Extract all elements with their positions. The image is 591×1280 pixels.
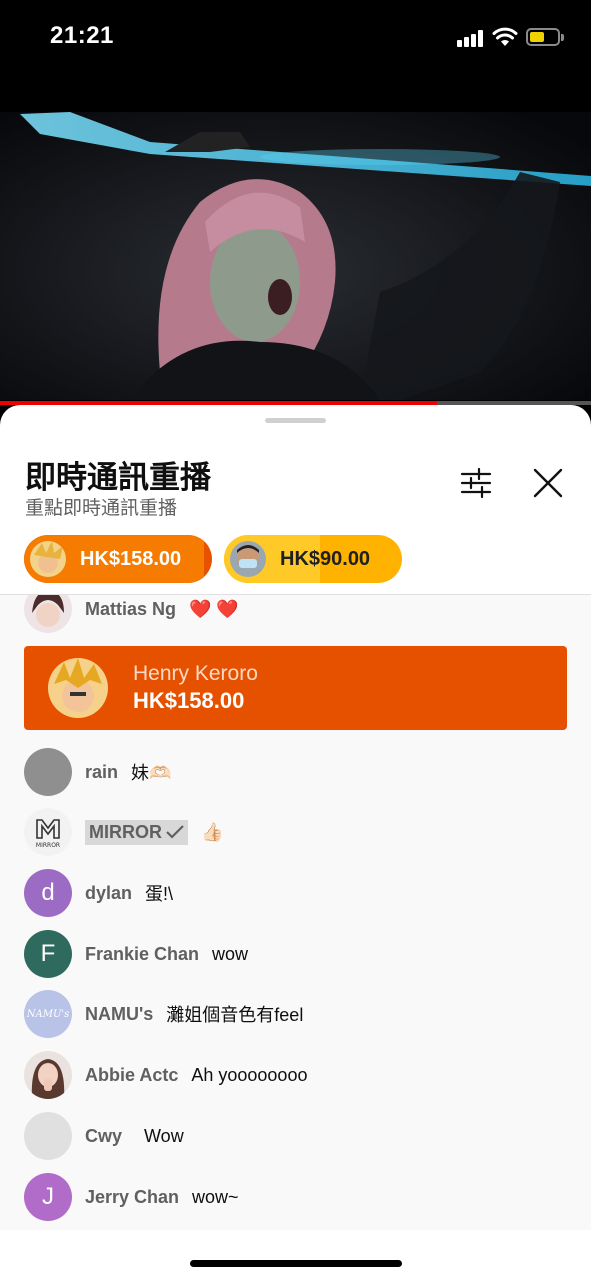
- message-author: rain: [85, 761, 119, 782]
- message-author: Cwy: [85, 1125, 123, 1146]
- panel-title: 即時通訊重播: [25, 460, 211, 495]
- message-author: Jerry Chan: [85, 1186, 180, 1207]
- avatar: [24, 1112, 72, 1160]
- status-bar: 21:21: [0, 0, 591, 78]
- chat-message[interactable]: Cwy Wow: [24, 1112, 574, 1160]
- avatar: [24, 1051, 72, 1099]
- video-frame: [0, 112, 591, 400]
- ticker-amount: HK$158.00: [80, 547, 182, 570]
- wifi-icon: [492, 27, 518, 46]
- avatar: [30, 541, 66, 577]
- message-text: Wow: [144, 1125, 184, 1146]
- message-text: wow~: [192, 1186, 239, 1207]
- chat-message[interactable]: NAMU's NAMU's 灘姐個音色有feel: [24, 990, 574, 1038]
- super-chat-amount: HK$158.00: [133, 688, 245, 713]
- avatar: [230, 541, 266, 577]
- avatar: NAMU's: [24, 990, 72, 1038]
- avatar: d: [24, 869, 72, 917]
- ticker-amount: HK$90.00: [280, 547, 371, 570]
- avatar: MIRROR: [24, 808, 72, 856]
- tune-icon[interactable]: [458, 465, 494, 501]
- message-author: Frankie Chan: [85, 943, 200, 964]
- avatar: J: [24, 1173, 72, 1221]
- chat-message-list[interactable]: Mattias Ng ❤️ ❤️ Henry Keroro HK$158.00 …: [0, 595, 591, 1230]
- avatar: [48, 658, 108, 718]
- message-text: Ah yoooooooo: [191, 1064, 308, 1085]
- ticker-chip[interactable]: HK$158.00: [24, 535, 212, 583]
- chat-message[interactable]: F Frankie Chan wow: [24, 930, 574, 978]
- message-author: NAMU's: [85, 1003, 154, 1024]
- mirror-logo-text: MIRROR: [36, 842, 60, 849]
- message-text: 妹🫶🏻: [131, 763, 172, 783]
- message-text: 蛋!\: [145, 884, 174, 904]
- message-author: MIRROR: [89, 821, 162, 842]
- clock: 21:21: [50, 22, 114, 49]
- message-author: Mattias Ng: [85, 598, 177, 619]
- message-author: Abbie Actc: [85, 1064, 179, 1085]
- chat-message[interactable]: d dylan 蛋!\: [24, 869, 574, 917]
- avatar: [24, 595, 72, 633]
- message-text: ❤️ ❤️: [189, 598, 239, 619]
- close-icon[interactable]: [530, 465, 566, 501]
- chat-message[interactable]: MIRROR MIRROR 👍🏻: [24, 808, 574, 856]
- avatar: F: [24, 930, 72, 978]
- message-author: dylan: [85, 882, 133, 903]
- battery-icon: [526, 28, 564, 46]
- super-chat-card[interactable]: Henry Keroro HK$158.00: [24, 646, 567, 730]
- video-player[interactable]: [0, 112, 591, 400]
- avatar: [24, 748, 72, 796]
- verified-badge: MIRROR: [85, 819, 188, 845]
- drag-handle[interactable]: [265, 418, 326, 423]
- chat-message[interactable]: rain 妹🫶🏻: [24, 748, 574, 796]
- chat-message[interactable]: Abbie Actc Ah yoooooooo: [24, 1051, 574, 1099]
- avatar-text: NAMU's: [26, 1008, 70, 1020]
- message-text: 👍🏻: [201, 821, 224, 842]
- panel-subtitle[interactable]: 重點即時通訊重播: [25, 493, 177, 520]
- super-chat-author: Henry Keroro: [133, 662, 258, 685]
- super-chat-ticker: HK$158.00 HK$90.00: [24, 535, 584, 583]
- live-chat-replay-panel: 即時通訊重播 重點即時通訊重播 HK$158.00 HK$90.00 Matti…: [0, 405, 591, 1280]
- cellular-signal-icon: [457, 29, 483, 47]
- chat-message[interactable]: Mattias Ng ❤️ ❤️: [24, 595, 574, 633]
- message-text: wow: [212, 943, 249, 964]
- message-text: 灘姐個音色有feel: [166, 1005, 304, 1025]
- mirror-logo-icon: MIRROR: [36, 819, 60, 849]
- chat-message[interactable]: J Jerry Chan wow~: [24, 1173, 574, 1221]
- ticker-chip[interactable]: HK$90.00: [224, 535, 402, 583]
- home-indicator[interactable]: [190, 1260, 402, 1267]
- checkmark-icon: [166, 825, 184, 839]
